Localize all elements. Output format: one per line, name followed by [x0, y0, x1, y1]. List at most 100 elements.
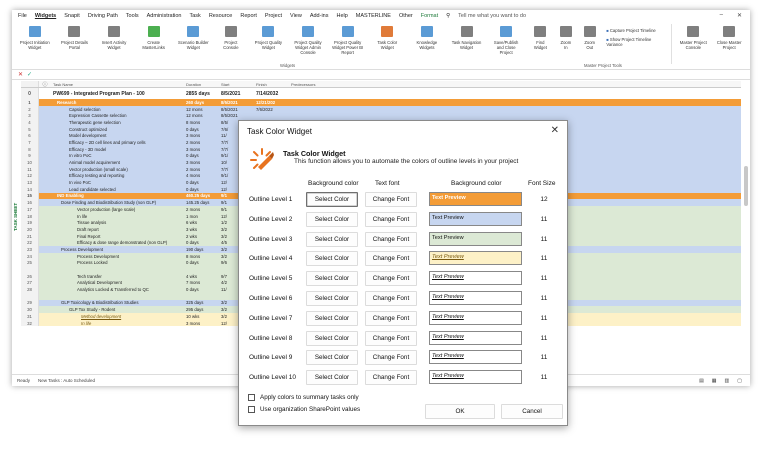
duration-cell[interactable]: 0 days	[184, 127, 219, 132]
task-name-cell[interactable]: Process Development	[51, 246, 184, 253]
task-name-cell[interactable]: In life	[51, 320, 184, 327]
close-icon[interactable]: ✕	[551, 125, 559, 136]
duration-cell[interactable]: 3 mons	[184, 133, 219, 138]
finish-cell[interactable]: 12/21/202	[254, 100, 289, 105]
row-id[interactable]: 13	[21, 179, 39, 186]
timeline-option[interactable]: Capture Project Timeline	[606, 28, 664, 33]
row-id[interactable]: 25	[21, 259, 39, 267]
duration-cell[interactable]: 0 days	[184, 287, 219, 292]
select-color-button[interactable]: Select Color	[306, 370, 358, 386]
row-id[interactable]: 32	[21, 319, 39, 327]
select-color-button[interactable]: Select Color	[306, 211, 358, 227]
duration-cell[interactable]: 145.25 days	[184, 200, 219, 205]
task-name-cell[interactable]: Efficacy – 2D cell lines and primary cel…	[51, 139, 184, 146]
task-name-cell[interactable]: PW699 - Integrated Program Plan - 100	[51, 88, 184, 99]
sheet-view-icon[interactable]: ▢	[737, 378, 742, 384]
row-id[interactable]: 17	[21, 206, 39, 213]
menu-tab[interactable]: Widgets	[35, 13, 56, 19]
duration-cell[interactable]: 3 mons	[184, 147, 219, 152]
task-name-cell[interactable]: Analytics Locked & Transferred to QC	[51, 286, 184, 293]
task-name-cell[interactable]: Expression Cassette selection	[51, 112, 184, 119]
finish-cell[interactable]: 7/6/2022	[254, 107, 289, 112]
row-id[interactable]: 30	[21, 306, 39, 313]
ribbon-button[interactable]: Project Quality Widget Admin Console	[289, 24, 327, 55]
menu-tab[interactable]: MASTERLINE	[356, 13, 391, 19]
task-name-cell[interactable]: Efficacy - 3D model	[51, 146, 184, 153]
task-name-cell[interactable]: GLP Tox Study - Rodent	[51, 306, 184, 313]
duration-cell[interactable]: 2 mons	[184, 167, 219, 172]
col-duration[interactable]: Duration	[184, 82, 219, 87]
row-id[interactable]: 23	[21, 246, 39, 253]
task-name-cell[interactable]: Capsid selection	[51, 106, 184, 113]
table-row[interactable]: 1 Research 260 days 8/5/2021 12/21/202	[21, 99, 741, 106]
change-font-button[interactable]: Change Font	[365, 350, 417, 366]
duration-cell[interactable]: 3 mons	[184, 321, 219, 326]
duration-cell[interactable]: 4 mons	[184, 173, 219, 178]
minimize-icon[interactable]: –	[720, 12, 723, 19]
duration-cell[interactable]: 325 days	[184, 300, 219, 305]
select-color-button[interactable]: Select Color	[306, 330, 358, 346]
row-id[interactable]	[21, 292, 39, 300]
row-id[interactable]: 3	[21, 112, 39, 120]
row-id[interactable]: 19	[21, 219, 39, 227]
menu-tab[interactable]: Report	[240, 13, 257, 19]
row-id[interactable]: 6	[21, 132, 39, 140]
duration-cell[interactable]: 0 days	[184, 180, 219, 185]
row-id[interactable]: 29	[21, 299, 39, 307]
change-font-button[interactable]: Change Font	[365, 310, 417, 326]
start-cell[interactable]: 8/5/2021	[219, 107, 254, 112]
ribbon-button[interactable]: Zoom In	[556, 24, 576, 50]
ribbon-button[interactable]: Master Project Console	[676, 24, 710, 50]
start-cell[interactable]: 8/5/2021	[219, 113, 254, 118]
table-row[interactable]: 3 Expression Cassette selection 12 mons 8/5…	[21, 112, 741, 120]
ribbon-button[interactable]: Find Widget	[527, 24, 554, 50]
duration-cell[interactable]: 6 wks	[184, 220, 219, 225]
duration-cell[interactable]: 2855 days	[184, 91, 219, 97]
ribbon-button[interactable]: Project Quality Widget	[250, 24, 288, 50]
task-usage-icon[interactable]: ▦	[712, 378, 717, 384]
change-font-button[interactable]: Change Font	[365, 330, 417, 346]
menu-tab[interactable]: Other	[399, 13, 413, 19]
menu-tab[interactable]: Snapit	[64, 13, 80, 19]
col-start[interactable]: Start	[219, 82, 254, 87]
ribbon-button[interactable]: Project Initiation Widget	[16, 24, 54, 50]
select-all-cell[interactable]	[21, 81, 39, 87]
duration-cell[interactable]: 0 days	[184, 187, 219, 192]
duration-cell[interactable]: 2 wks	[184, 234, 219, 239]
ribbon-button[interactable]: Project Quality Widget Power BI Report	[329, 24, 367, 55]
task-name-cell[interactable]: Research	[51, 99, 184, 106]
task-name-cell[interactable]: Final Report	[51, 233, 184, 240]
row-id[interactable]: 8	[21, 145, 39, 153]
menu-tab[interactable]: Task	[190, 13, 201, 19]
duration-cell[interactable]: 8 mons	[184, 254, 219, 259]
task-name-cell[interactable]	[51, 293, 184, 300]
menu-tab[interactable]: Format	[421, 13, 438, 19]
change-font-button[interactable]: Change Font	[365, 192, 417, 207]
row-id[interactable]: 26	[21, 272, 39, 280]
row-id[interactable]: 27	[21, 279, 39, 287]
duration-cell[interactable]: 460.25 days	[184, 193, 219, 198]
duration-cell[interactable]: 7 mons	[184, 280, 219, 285]
ribbon-button[interactable]: Scenario Builder Widget	[175, 24, 213, 50]
change-font-button[interactable]: Change Font	[365, 211, 417, 227]
menu-tab[interactable]: Tools	[126, 13, 139, 19]
task-name-cell[interactable]: Animal model acquirement	[51, 159, 184, 166]
col-predecessors[interactable]: Predecessors	[289, 82, 329, 87]
row-id[interactable]: 5	[21, 125, 39, 133]
menu-tab[interactable]: Add-ins	[310, 13, 329, 19]
gantt-view-icon[interactable]: ▤	[699, 378, 704, 384]
row-id[interactable]: 7	[21, 139, 39, 146]
select-color-button[interactable]: Select Color	[306, 231, 358, 247]
task-name-cell[interactable]: In vivo PoC	[51, 179, 184, 186]
checkbox-summary[interactable]	[248, 394, 255, 401]
row-id[interactable]	[21, 266, 39, 273]
task-name-cell[interactable]: Process Development	[51, 253, 184, 260]
task-name-cell[interactable]: IND Enabling	[51, 193, 184, 200]
duration-cell[interactable]: 260 days	[184, 100, 219, 105]
change-font-button[interactable]: Change Font	[365, 291, 417, 306]
task-name-cell[interactable]: Model development	[51, 132, 184, 139]
table-row[interactable]: 2 Capsid selection 12 mons 8/5/2021 7/6/2022	[21, 105, 741, 113]
task-name-cell[interactable]: Vector production (small scale)	[51, 166, 184, 173]
duration-cell[interactable]: 190 days	[184, 247, 219, 252]
menu-tab[interactable]: Administration	[147, 13, 182, 19]
